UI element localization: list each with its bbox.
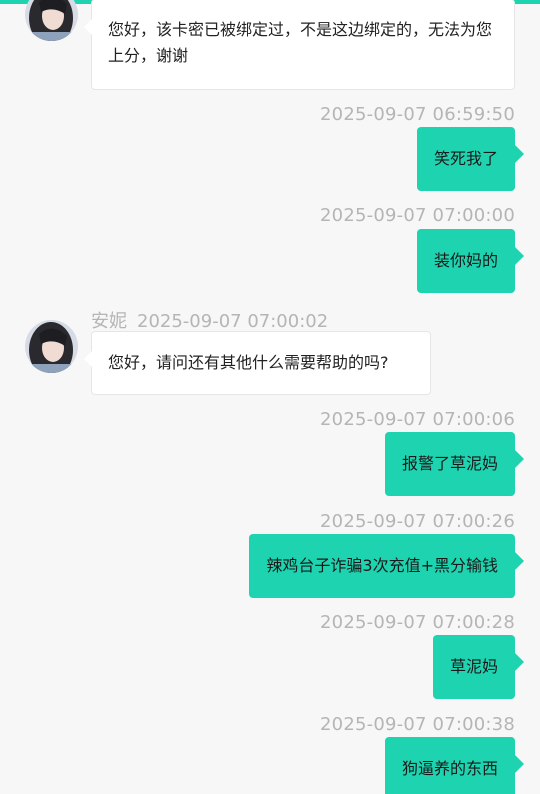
agent-avatar-icon[interactable] xyxy=(25,0,78,41)
outgoing-message-bubble[interactable]: 草泥妈 xyxy=(432,635,525,699)
message-timestamp: 2025-09-07 07:00:26 xyxy=(320,511,515,532)
message-timestamp: 2025-09-07 07:00:06 xyxy=(320,409,515,430)
outgoing-message-bubble[interactable]: 辣鸡台子诈骗3次充值+黑分输钱 xyxy=(249,534,524,598)
message-text: 草泥妈 xyxy=(449,657,498,676)
message-text: 笑死我了 xyxy=(433,149,498,168)
chat-screen: 您好，该卡密已被绑定过，不是这边绑定的，无法为您上分，谢谢 2025-09-07… xyxy=(0,0,540,794)
outgoing-message-bubble[interactable]: 狗逼养的东西 xyxy=(384,737,525,794)
message-text: 报警了草泥妈 xyxy=(401,454,498,473)
incoming-message-bubble[interactable]: 您好，请问还有其他什么需要帮助的吗? xyxy=(84,331,431,395)
message-timestamp: 2025-09-07 07:00:00 xyxy=(320,205,515,226)
outgoing-message-bubble[interactable]: 报警了草泥妈 xyxy=(384,432,525,496)
message-text: 装你妈的 xyxy=(433,251,498,270)
sender-name: 安妮 xyxy=(91,311,127,332)
message-timestamp: 2025-09-07 07:00:38 xyxy=(320,714,515,735)
message-text: 辣鸡台子诈骗3次充值+黑分输钱 xyxy=(266,556,498,575)
message-timestamp: 2025-09-07 07:00:28 xyxy=(320,612,515,633)
outgoing-message-bubble[interactable]: 笑死我了 xyxy=(416,127,525,191)
message-timestamp: 2025-09-07 06:59:50 xyxy=(320,104,515,125)
outgoing-message-bubble[interactable]: 装你妈的 xyxy=(416,229,525,293)
message-text: 您好，请问还有其他什么需要帮助的吗? xyxy=(108,353,389,372)
sender-info: 安妮 2025-09-07 07:00:02 xyxy=(91,307,328,333)
message-text: 您好，该卡密已被绑定过，不是这边绑定的，无法为您上分，谢谢 xyxy=(108,20,493,65)
message-text: 狗逼养的东西 xyxy=(401,759,498,778)
incoming-message-bubble[interactable]: 您好，该卡密已被绑定过，不是这边绑定的，无法为您上分，谢谢 xyxy=(84,0,515,90)
agent-avatar-icon[interactable] xyxy=(25,320,78,373)
message-timestamp: 2025-09-07 07:00:02 xyxy=(137,311,329,332)
